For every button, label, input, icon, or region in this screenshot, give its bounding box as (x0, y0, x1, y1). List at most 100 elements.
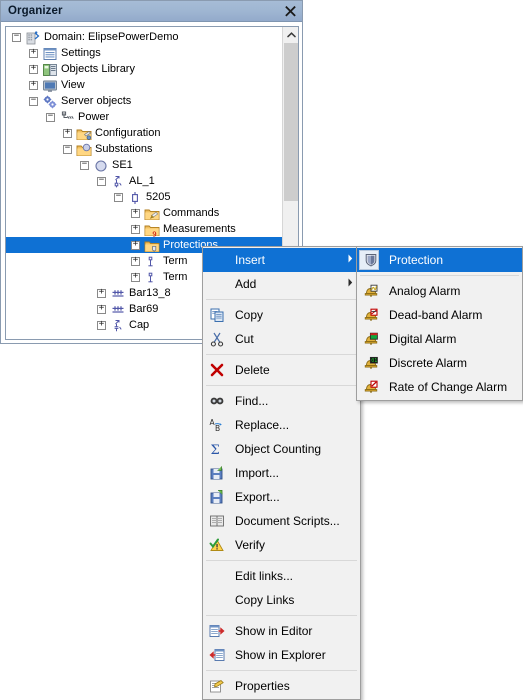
submenu-item-dead-band-alarm[interactable]: Dead-band Alarm (357, 303, 522, 327)
collapse-toggle-icon[interactable]: − (46, 111, 55, 122)
tree-item[interactable]: + View (6, 77, 282, 93)
menu-icon-placeholder (206, 249, 228, 271)
menu-item-copy[interactable]: Copy (203, 303, 360, 327)
tree-item-label: Power (78, 111, 110, 123)
expand-toggle-icon[interactable]: + (131, 207, 140, 218)
tree-item-label: Term (163, 271, 188, 283)
collapse-toggle-icon[interactable]: − (29, 95, 38, 106)
collapse-toggle-icon[interactable]: − (80, 159, 89, 170)
protections-folder-icon (144, 238, 160, 253)
expand-toggle-icon[interactable]: + (131, 223, 140, 234)
expand-toggle-icon[interactable]: + (97, 319, 106, 330)
insert-submenu[interactable]: Protection Analog Alarm Dead-band Alarm Dig… (356, 246, 523, 401)
menu-item-object-counting[interactable]: Σ Object Counting (203, 437, 360, 461)
menu-item-import[interactable]: Import... (203, 461, 360, 485)
chevron-up-icon[interactable] (283, 27, 298, 43)
expand-toggle-icon[interactable]: + (63, 127, 72, 138)
tree-item-label: Configuration (95, 127, 161, 139)
menu-item-verify[interactable]: Verify (203, 533, 360, 557)
submenu-item-rate-of-change-alarm[interactable]: Rate of Change Alarm (357, 375, 522, 399)
expand-toggle-icon[interactable]: + (97, 287, 106, 298)
expand-toggle-icon[interactable]: + (97, 303, 106, 314)
expand-toggle-icon[interactable]: + (131, 239, 140, 250)
menu-item-label: Replace... (235, 418, 290, 432)
tree-item[interactable]: − Power (6, 109, 282, 125)
menu-item-insert[interactable]: Insert (203, 248, 360, 272)
submenu-item-discrete-alarm[interactable]: 01 Discrete Alarm (357, 351, 522, 375)
tree-item-label: Objects Library (61, 63, 135, 75)
copy-icon (206, 304, 228, 326)
tree-item-label: Cap (129, 319, 150, 331)
menu-item-cut[interactable]: Cut (203, 327, 360, 351)
menu-item-label: Object Counting (235, 442, 322, 456)
tree-item-label: Measurements (163, 223, 236, 235)
menu-item-document-scripts[interactable]: Document Scripts... (203, 509, 360, 533)
expand-toggle-icon[interactable]: + (131, 255, 140, 266)
terminal-icon (144, 270, 160, 285)
menu-item-label: Properties (235, 679, 290, 693)
tree-item[interactable]: − 5205 (6, 189, 282, 205)
menu-icon-placeholder (206, 589, 228, 611)
context-menu[interactable]: Insert Add Copy Cut Delete Find... A B Replace..… (202, 246, 361, 700)
submenu-item-protection[interactable]: Protection (357, 248, 522, 272)
tree-item[interactable]: − Substations (6, 141, 282, 157)
chevron-right-icon (348, 254, 353, 266)
collapse-toggle-icon[interactable]: − (97, 175, 106, 186)
menu-item-show-in-editor[interactable]: Show in Editor (203, 619, 360, 643)
tree-item[interactable]: + Commands (6, 205, 282, 221)
submenu-item-digital-alarm[interactable]: Digital Alarm (357, 327, 522, 351)
objects-library-icon (42, 62, 58, 77)
menu-icon-placeholder (206, 273, 228, 295)
menu-item-copy-links[interactable]: Copy Links (203, 588, 360, 612)
collapse-toggle-icon[interactable]: − (114, 191, 123, 202)
protection-shield-icon (360, 249, 382, 271)
menu-item-properties[interactable]: Properties (203, 674, 360, 698)
menu-item-find[interactable]: Find... (203, 389, 360, 413)
scrollbar-thumb[interactable] (284, 43, 298, 201)
expand-toggle-icon[interactable]: + (29, 79, 38, 90)
commands-folder-icon (144, 206, 160, 221)
svg-text:01: 01 (371, 358, 377, 364)
expand-toggle-icon[interactable]: + (131, 271, 140, 282)
import-icon (206, 462, 228, 484)
tree-item-label: SE1 (112, 159, 133, 171)
tree-item[interactable]: − AL_1 (6, 173, 282, 189)
submenu-item-label: Discrete Alarm (389, 356, 468, 370)
expand-toggle-icon[interactable]: + (29, 47, 38, 58)
tree-item[interactable]: +9 Measurements (6, 221, 282, 238)
submenu-item-label: Dead-band Alarm (389, 308, 483, 322)
svg-text:B: B (215, 424, 220, 433)
expand-toggle-icon[interactable]: + (29, 63, 38, 74)
tree-item-label: Commands (163, 207, 220, 219)
export-icon (206, 486, 228, 508)
tree-item[interactable]: + Configuration (6, 125, 282, 141)
tree-item[interactable]: − Domain: ElipsePowerDemo (6, 29, 282, 45)
domain-icon (25, 30, 41, 45)
tree-item-label: Settings (61, 47, 101, 59)
tree-item[interactable]: − Server objects (6, 93, 282, 109)
menu-item-export[interactable]: Export... (203, 485, 360, 509)
menu-item-label: Add (235, 277, 257, 291)
collapse-toggle-icon[interactable]: − (12, 31, 21, 42)
tree-item-label: Domain: ElipsePowerDemo (44, 31, 179, 43)
submenu-item-analog-alarm[interactable]: Analog Alarm (357, 279, 522, 303)
document-scripts-icon (206, 510, 228, 532)
menu-item-label: Find... (235, 394, 269, 408)
close-icon[interactable] (282, 3, 298, 19)
view-icon (42, 78, 58, 93)
tree-item[interactable]: − SE1 (6, 157, 282, 173)
find-icon (206, 390, 228, 412)
menu-item-replace[interactable]: A B Replace... (203, 413, 360, 437)
menu-item-add[interactable]: Add (203, 272, 360, 296)
tree-item[interactable]: + Settings (6, 45, 282, 61)
organizer-title-bar: Organizer (1, 1, 302, 22)
submenu-item-label: Rate of Change Alarm (389, 380, 508, 394)
tree-item[interactable]: + Objects Library (6, 61, 282, 77)
show-in-editor-icon (206, 620, 228, 642)
substation-icon (93, 158, 109, 173)
menu-item-show-in-explorer[interactable]: Show in Explorer (203, 643, 360, 667)
collapse-toggle-icon[interactable]: − (63, 143, 72, 154)
menu-item-delete[interactable]: Delete (203, 358, 360, 382)
analog-alarm-icon (360, 280, 382, 302)
menu-item-edit-links[interactable]: Edit links... (203, 564, 360, 588)
